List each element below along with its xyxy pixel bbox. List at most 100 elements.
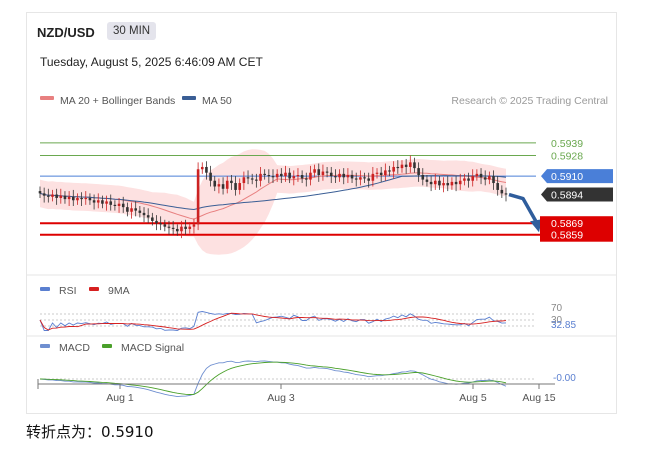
candle-body: [84, 197, 88, 200]
candle-body: [350, 175, 354, 179]
candle-body: [96, 200, 100, 203]
candle-body: [400, 164, 404, 169]
candle-body: [180, 226, 183, 232]
candle-body: [138, 210, 142, 213]
level-label-text-0.5928: 0.5928: [551, 150, 583, 162]
candle-body: [155, 220, 158, 224]
candle-body: [209, 172, 212, 181]
candle-body: [317, 169, 321, 175]
candle-body: [488, 176, 491, 180]
candle-body: [409, 162, 412, 167]
candle-body: [446, 183, 450, 186]
candle-body: [217, 184, 221, 187]
macd-signal-line: [39, 361, 507, 395]
candle-body: [184, 226, 187, 229]
candle-body: [101, 200, 104, 204]
candle-body: [221, 184, 225, 189]
pivot-caption: 转折点为：0.5910: [26, 421, 154, 442]
candle-body: [267, 175, 271, 177]
candle-body: [47, 195, 50, 197]
candle-body: [63, 195, 67, 200]
rsi-ma-legend-label: 9MA: [108, 285, 130, 297]
candle: [200, 162, 204, 174]
candle-body: [205, 166, 208, 173]
level-label-0.5910: 0.5910: [541, 169, 613, 184]
candle-body: [192, 224, 196, 227]
candle-body: [250, 178, 254, 180]
candle-body: [167, 226, 171, 228]
candle-body: [126, 207, 129, 212]
candle-body: [292, 176, 296, 179]
ma50-legend-swatch: [182, 96, 196, 100]
candle-body: [429, 181, 433, 185]
candle-body: [255, 179, 258, 181]
symbol-title: NZD/USD: [37, 25, 95, 40]
candle-body: [55, 194, 58, 198]
candle-body: [384, 170, 387, 175]
candle-body: [471, 176, 475, 181]
chart-card: 0.5939 0.5928 0.5910 0.5894 0.5869 0.5859 MA …: [26, 12, 617, 414]
candle-body: [454, 181, 458, 185]
candle-body: [284, 172, 287, 177]
candle-body: [151, 217, 154, 221]
ma20-legend-swatch: [40, 96, 54, 100]
candle-body: [213, 180, 217, 187]
x-axis: Aug 1 Aug 3 Aug 5 Aug 15: [37, 379, 556, 404]
macd-signal-legend-swatch: [102, 344, 112, 348]
candle-body: [38, 191, 42, 194]
candle-body: [288, 172, 291, 179]
candle-body: [117, 203, 121, 206]
x-tick-label: Aug 15: [522, 392, 555, 404]
rsi-legend-label: RSI: [59, 285, 77, 297]
chart-svg: 0.59390.59280.59100.58940.58690.5859 MA …: [27, 95, 616, 404]
candle-body: [334, 176, 337, 178]
candle-body: [200, 166, 204, 170]
rsi-level-70: 70: [551, 303, 563, 314]
candle-body: [309, 172, 312, 180]
candle-body: [142, 212, 146, 216]
candle-body: [325, 171, 329, 173]
candle-body: [392, 166, 395, 172]
candle-body: [342, 173, 346, 178]
timeframe-badge[interactable]: 30 MIN: [107, 22, 157, 40]
macd-legend-label: MACD: [59, 342, 90, 354]
level-label-text-0.5894: 0.5894: [551, 190, 583, 202]
rsi-panel: RSI 9MA 70 30 32.85: [39, 285, 576, 331]
candle-body: [80, 197, 83, 200]
candle-body: [363, 177, 366, 179]
candle-body: [450, 181, 454, 186]
candle-body: [496, 183, 499, 190]
candle-body: [246, 177, 250, 179]
candle-body: [329, 172, 333, 177]
candle-body: [321, 171, 325, 175]
level-label-text-0.5910: 0.5910: [551, 171, 583, 183]
candle-body: [146, 215, 150, 218]
candle-body: [105, 201, 108, 204]
ma50-legend-label: MA 50: [202, 95, 232, 107]
candle-body: [479, 173, 483, 178]
candle-body: [421, 175, 425, 180]
candle-body: [433, 180, 437, 185]
candle-body: [375, 172, 379, 174]
candle-body: [354, 178, 358, 180]
x-tick-label: Aug 1: [106, 392, 134, 404]
candle-body: [500, 189, 504, 194]
candle-body: [413, 162, 416, 169]
level-label-text-0.5939: 0.5939: [551, 138, 583, 150]
candle-body: [359, 177, 362, 180]
candle-body: [134, 208, 137, 211]
level-label-text-0.5859: 0.5859: [551, 230, 583, 242]
ma20-legend-label: MA 20 + Bollinger Bands: [60, 95, 175, 107]
candle-body: [71, 196, 75, 201]
candle-body: [483, 177, 487, 180]
candle-body: [275, 173, 279, 178]
candle-body: [113, 204, 117, 206]
candle-body: [475, 173, 479, 177]
candle-body: [425, 179, 429, 182]
forecast-arrow: [508, 192, 542, 233]
level-labels: 0.59390.59280.59100.58940.58690.5859: [540, 138, 613, 242]
candle-body: [42, 193, 46, 196]
forecast-arrow-line: [508, 192, 539, 225]
candle-body: [188, 226, 192, 229]
candle-body: [67, 196, 71, 200]
